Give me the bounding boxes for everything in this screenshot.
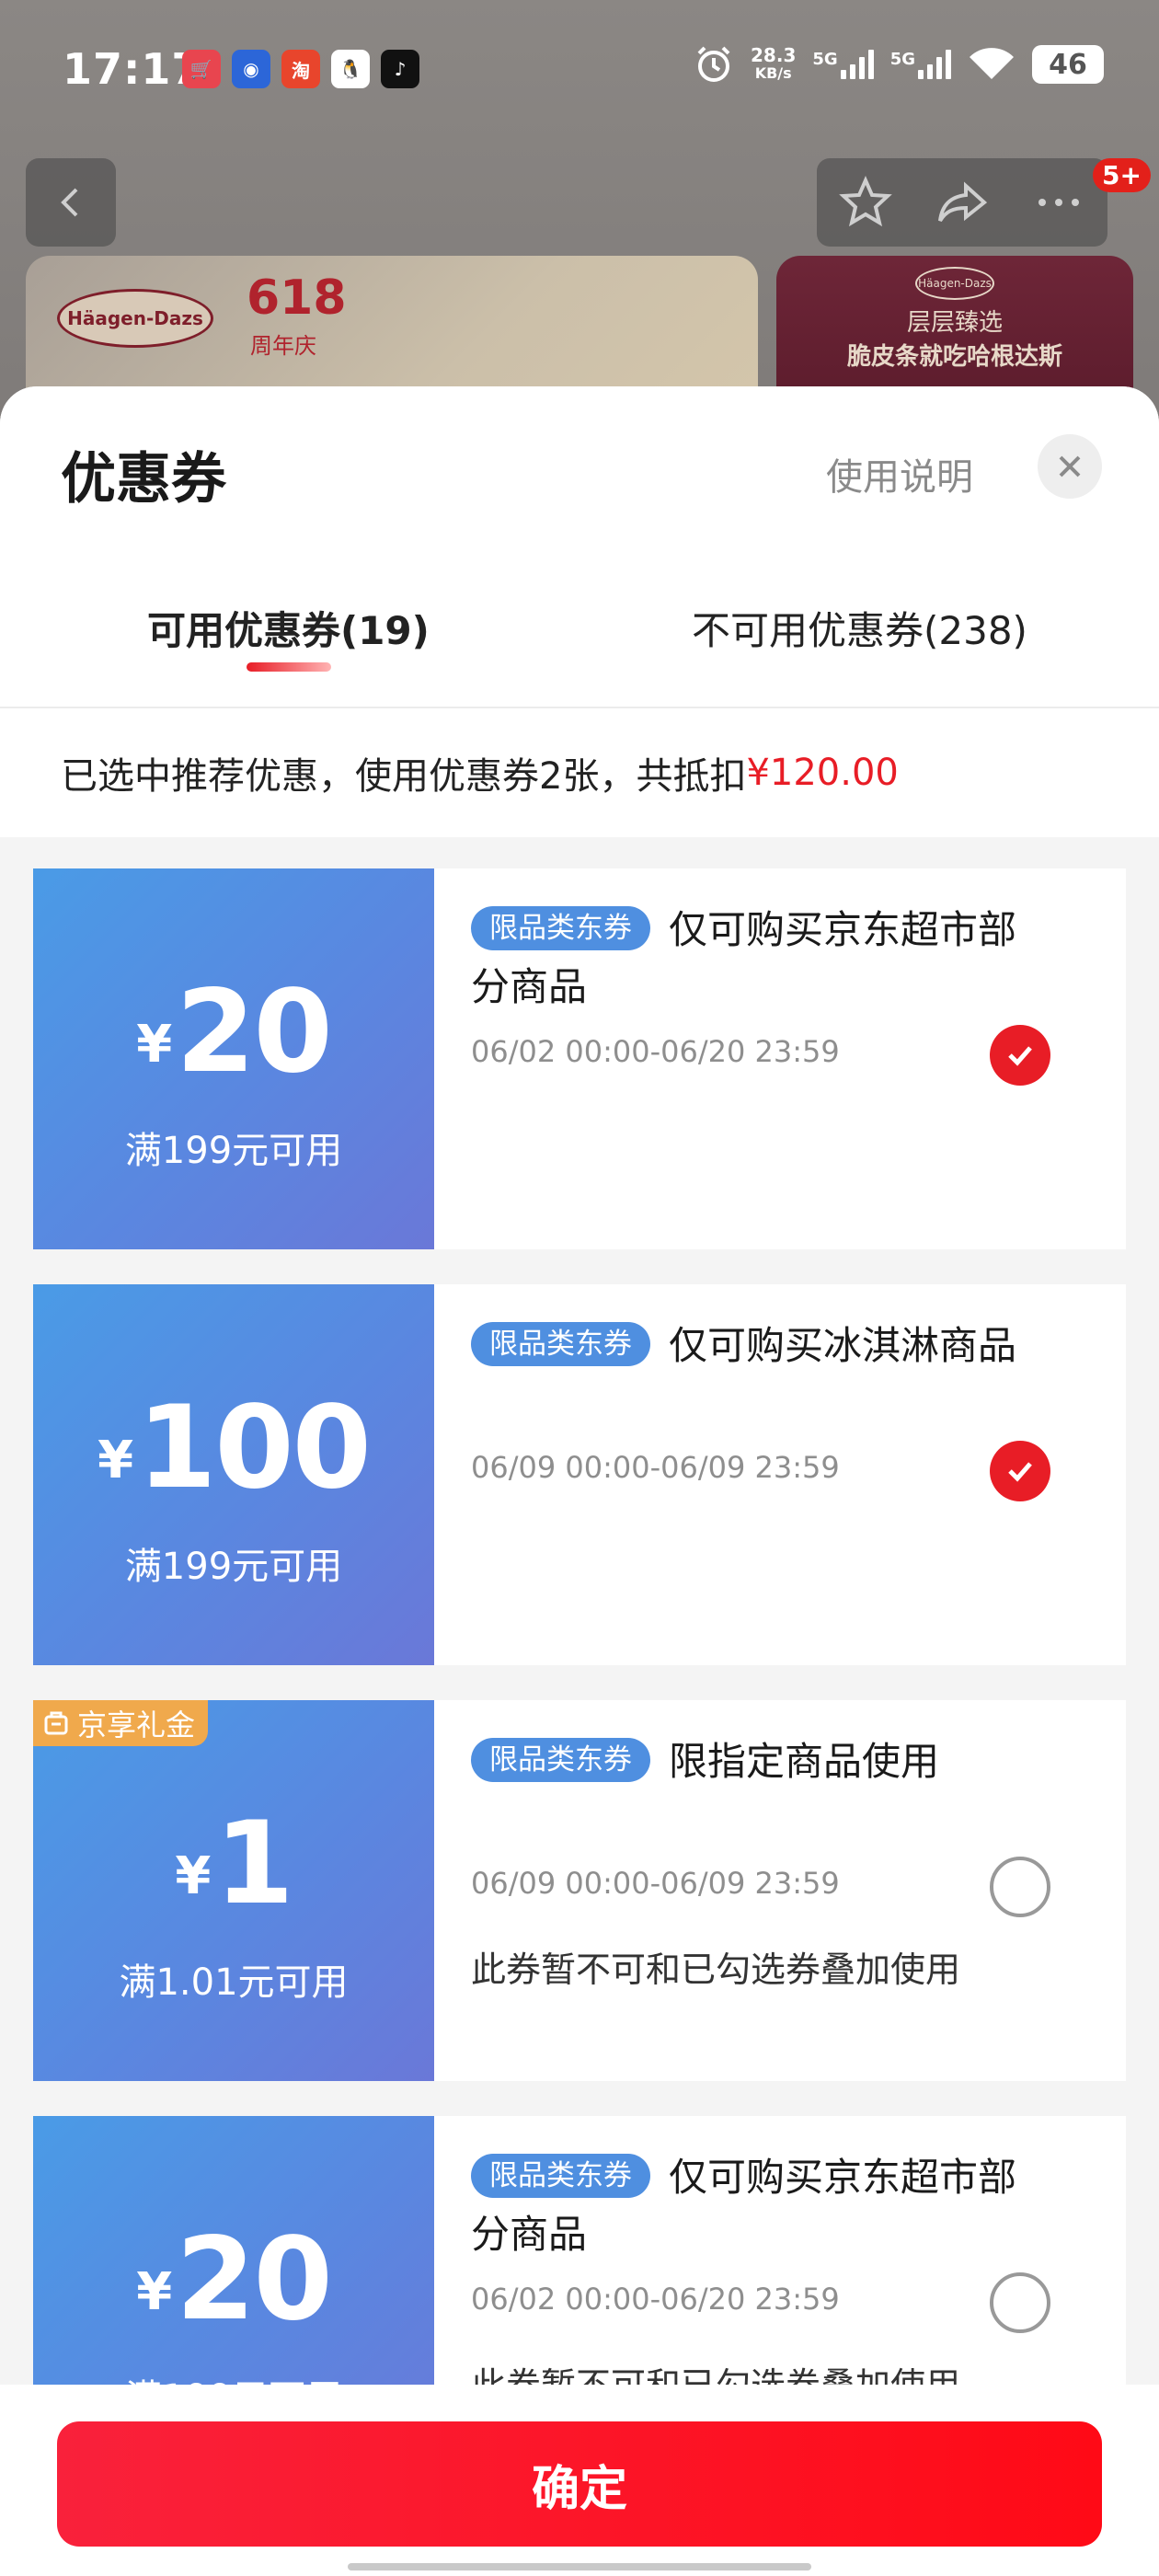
gift-icon <box>44 1711 68 1735</box>
coupon-card[interactable]: ¥100 满199元可用 限品类东券 仅可购买冰淇淋商品 06/09 00:00-… <box>28 1284 1126 1665</box>
back-button[interactable] <box>26 158 116 247</box>
coupon-sheet: 优惠券 使用说明 可用优惠券(19) 不可用优惠券(238) 已选中推荐优惠，使… <box>0 386 1159 2576</box>
gift-tag-label: 京享礼金 <box>77 1708 196 1742</box>
qq-app-icon: 🐧 <box>331 50 370 88</box>
net-speed: 28.3 KB/s <box>751 44 797 82</box>
coupon-threshold: 满1.01元可用 <box>119 1961 349 2004</box>
close-button[interactable] <box>1038 434 1102 499</box>
coupon-amount: ¥100 <box>33 1391 434 1505</box>
more-icon[interactable] <box>1031 175 1086 230</box>
sheet-header: 优惠券 使用说明 可用优惠券(19) 不可用优惠券(238) <box>0 386 1159 708</box>
currency-symbol: ¥ <box>98 1431 134 1490</box>
coupon-title: 仅可购买冰淇淋商品 <box>669 1323 1017 1368</box>
share-icon[interactable] <box>935 175 990 230</box>
coupon-type-tag: 限品类东券 <box>471 1738 650 1782</box>
status-bar: 17:17 🛒 ◉ 淘 🐧 ♪ 28.3 KB/s 5G 5G 46 <box>0 0 1159 147</box>
jd-app-icon: ◉ <box>232 50 270 88</box>
coupon-list: ¥20 满199元可用 限品类东券 仅可购买京东超市部分商品 06/02 00:0… <box>28 868 1126 2532</box>
tab-available[interactable]: 可用优惠券(19) <box>147 600 430 656</box>
brand-logo: Häagen-Dazs <box>57 289 213 348</box>
coupon-value: 100 <box>137 1382 372 1514</box>
close-icon <box>1059 455 1081 477</box>
battery-indicator: 46 <box>1032 45 1104 84</box>
coupon-value-panel: 京享礼金 ¥1 满1.01元可用 <box>28 1700 434 2081</box>
banner-line-2: 脆皮条就吃哈根达斯 <box>846 343 1062 371</box>
footer-bar: 确定 <box>0 2385 1159 2576</box>
summary-text: 已选中推荐优惠，使用优惠券2张，共抵扣 <box>61 755 747 798</box>
coupon-type-tag: 限品类东券 <box>471 1322 650 1366</box>
coupon-threshold: 满199元可用 <box>124 1130 343 1172</box>
tiktok-app-icon: ♪ <box>381 50 419 88</box>
tab-unavailable[interactable]: 不可用优惠券(238) <box>692 600 1027 656</box>
coupon-card[interactable]: ¥20 满199元可用 限品类东券仅可购买京东超市部分商品 06/02 00:0… <box>28 868 1126 1249</box>
coupon-type-tag: 限品类东券 <box>471 2154 650 2198</box>
coupon-value: 20 <box>176 966 333 1098</box>
gift-money-tag: 京享礼金 <box>33 1700 209 1746</box>
status-right: 28.3 KB/s 5G 5G 46 <box>694 44 1104 85</box>
coupon-checkbox-unchecked[interactable] <box>990 2272 1050 2333</box>
promo-subtitle: 周年庆 <box>250 333 316 359</box>
coupon-title-row: 限品类东券 限指定商品使用 <box>471 1733 1041 1790</box>
currency-symbol: ¥ <box>175 1846 212 1906</box>
chevron-left-icon <box>61 188 78 217</box>
coupon-validity: 06/09 00:00-06/09 23:59 <box>471 1450 840 1485</box>
coupon-checkbox-checked[interactable] <box>990 1441 1050 1501</box>
status-time: 17:17 <box>63 44 202 94</box>
checkmark-icon <box>1008 1462 1032 1482</box>
coupon-amount: ¥1 <box>33 1807 434 1921</box>
sheet-title: 优惠券 <box>61 447 226 512</box>
coupon-title-row: 限品类东券 仅可购买京东超市部分商品 <box>471 902 1041 1016</box>
home-indicator[interactable] <box>348 2563 811 2570</box>
coupon-amount: ¥20 <box>33 2223 434 2337</box>
coupon-type-tag: 限品类东券 <box>471 906 650 950</box>
star-icon[interactable] <box>838 175 893 230</box>
coupon-amount: ¥20 <box>33 975 434 1089</box>
watermark-text: Nikola Jokic <box>445 1211 635 1248</box>
selection-summary: 已选中推荐优惠，使用优惠券2张，共抵扣 ¥120.00 <box>0 708 1159 837</box>
coupon-value-panel: ¥20 满199元可用 <box>28 868 434 1249</box>
message-badge: 5+ <box>1093 158 1151 192</box>
brand-logo-small: Häagen-Dazs <box>915 267 994 300</box>
coupon-validity: 06/02 00:00-06/20 23:59 <box>471 2282 840 2317</box>
signal-2-icon: 5G <box>890 50 951 79</box>
banner-line-1: 层层臻选 <box>906 309 1003 337</box>
coupon-note: 此券暂不可和已勾选券叠加使用 <box>471 1949 961 1990</box>
summary-amount: ¥120.00 <box>746 752 899 794</box>
shop-app-icon: 🛒 <box>182 50 221 88</box>
checkmark-icon <box>1008 1046 1032 1066</box>
currency-symbol: ¥ <box>136 1015 173 1075</box>
coupon-card[interactable]: 京享礼金 ¥1 满1.01元可用 限品类东券 限指定商品使用 06/09 00:0… <box>28 1700 1126 2081</box>
usage-instructions-link[interactable]: 使用说明 <box>826 447 973 500</box>
tab-underline <box>247 662 331 672</box>
notification-icons: 🛒 ◉ 淘 🐧 ♪ <box>182 50 419 88</box>
coupon-title-row: 限品类东券 仅可购买京东超市部分商品 <box>471 2149 1041 2263</box>
coupon-validity: 06/09 00:00-06/09 23:59 <box>471 1866 840 1901</box>
coupon-value: 1 <box>214 1798 293 1930</box>
promo-618: 618 <box>247 270 347 326</box>
coupon-title: 限指定商品使用 <box>669 1739 940 1784</box>
coupon-validity: 06/02 00:00-06/20 23:59 <box>471 1034 840 1069</box>
alarm-icon <box>697 46 730 82</box>
background-page: 17:17 🛒 ◉ 淘 🐧 ♪ 28.3 KB/s 5G 5G 46 5+ Hä… <box>0 0 1159 423</box>
signal-1-icon: 5G <box>812 50 874 79</box>
taobao-app-icon: 淘 <box>281 50 320 88</box>
coupon-value-panel: ¥100 满199元可用 <box>28 1284 434 1665</box>
coupon-checkbox-unchecked[interactable] <box>990 1857 1050 1917</box>
wifi-icon <box>970 48 1014 79</box>
coupon-title-row: 限品类东券 仅可购买冰淇淋商品 <box>471 1317 1041 1374</box>
confirm-button[interactable]: 确定 <box>57 2421 1102 2547</box>
currency-symbol: ¥ <box>136 2262 173 2322</box>
coupon-threshold: 满199元可用 <box>124 1546 343 1588</box>
nav-actions <box>817 158 1107 247</box>
coupon-value: 20 <box>176 2214 333 2346</box>
coupon-checkbox-checked[interactable] <box>990 1025 1050 1086</box>
